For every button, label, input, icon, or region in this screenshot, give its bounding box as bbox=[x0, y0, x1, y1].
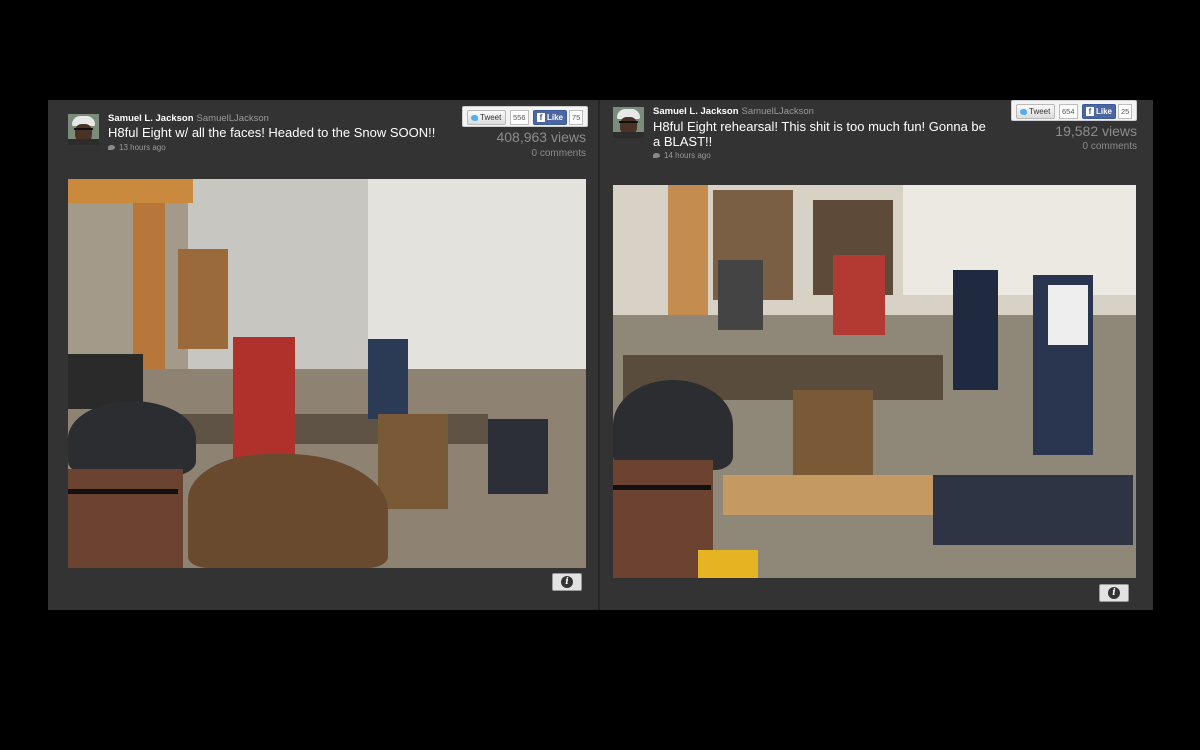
twitter-small-icon bbox=[653, 153, 660, 159]
user-name-row: Samuel L. Jackson SamuelLJackson bbox=[108, 113, 269, 124]
timestamp-text: 14 hours ago bbox=[664, 151, 711, 160]
like-count: 75 bbox=[569, 110, 584, 125]
info-button[interactable]: i bbox=[552, 573, 582, 591]
facebook-f-icon: f bbox=[537, 113, 545, 123]
facebook-f-icon: f bbox=[1086, 107, 1094, 117]
user-name[interactable]: Samuel L. Jackson bbox=[653, 106, 739, 117]
like-button[interactable]: f Like bbox=[533, 110, 568, 125]
info-icon: i bbox=[1108, 587, 1120, 599]
like-count: 25 bbox=[1118, 104, 1133, 119]
timestamp: 13 hours ago bbox=[108, 143, 166, 152]
tweet-text: H8ful Eight rehearsal! This shit is too … bbox=[653, 119, 986, 149]
user-avatar[interactable] bbox=[613, 107, 644, 138]
twitter-bird-icon bbox=[471, 114, 478, 121]
comments-link[interactable]: 0 comments bbox=[532, 148, 586, 159]
user-name-row: Samuel L. Jackson SamuelLJackson bbox=[653, 106, 814, 117]
twitter-small-icon bbox=[108, 145, 115, 151]
social-buttons: Tweet 556 f Like 75 bbox=[462, 106, 588, 127]
timestamp: 14 hours ago bbox=[653, 151, 711, 160]
tweet-count: 654 bbox=[1059, 104, 1078, 119]
tweet-count: 556 bbox=[510, 110, 529, 125]
like-button[interactable]: f Like bbox=[1082, 104, 1117, 119]
view-count: 408,963 views bbox=[496, 129, 586, 145]
info-icon: i bbox=[561, 576, 573, 588]
user-handle[interactable]: SamuelLJackson bbox=[197, 113, 269, 124]
timestamp-text: 13 hours ago bbox=[119, 143, 166, 152]
twitter-bird-icon bbox=[1020, 108, 1027, 115]
post-card-2: Samuel L. Jackson SamuelLJackson H8ful Ei… bbox=[600, 100, 1153, 610]
user-avatar[interactable] bbox=[68, 114, 99, 145]
social-buttons: Tweet 654 f Like 25 bbox=[1011, 100, 1137, 121]
like-label: Like bbox=[547, 113, 564, 122]
tweet-button[interactable]: Tweet bbox=[467, 110, 507, 125]
tweet-label: Tweet bbox=[480, 113, 502, 122]
tweet-button[interactable]: Tweet bbox=[1016, 104, 1056, 119]
post-photo[interactable] bbox=[613, 185, 1136, 578]
view-count: 19,582 views bbox=[1055, 123, 1137, 139]
user-handle[interactable]: SamuelLJackson bbox=[742, 106, 814, 117]
tweet-text: H8ful Eight w/ all the faces! Headed to … bbox=[108, 125, 436, 140]
info-button[interactable]: i bbox=[1099, 584, 1129, 602]
tweet-label: Tweet bbox=[1029, 107, 1051, 116]
comments-link[interactable]: 0 comments bbox=[1083, 141, 1137, 152]
user-name[interactable]: Samuel L. Jackson bbox=[108, 113, 194, 124]
post-photo[interactable] bbox=[68, 179, 586, 568]
post-card-1: Samuel L. Jackson SamuelLJackson H8ful Ei… bbox=[48, 100, 598, 610]
like-label: Like bbox=[1096, 107, 1113, 116]
